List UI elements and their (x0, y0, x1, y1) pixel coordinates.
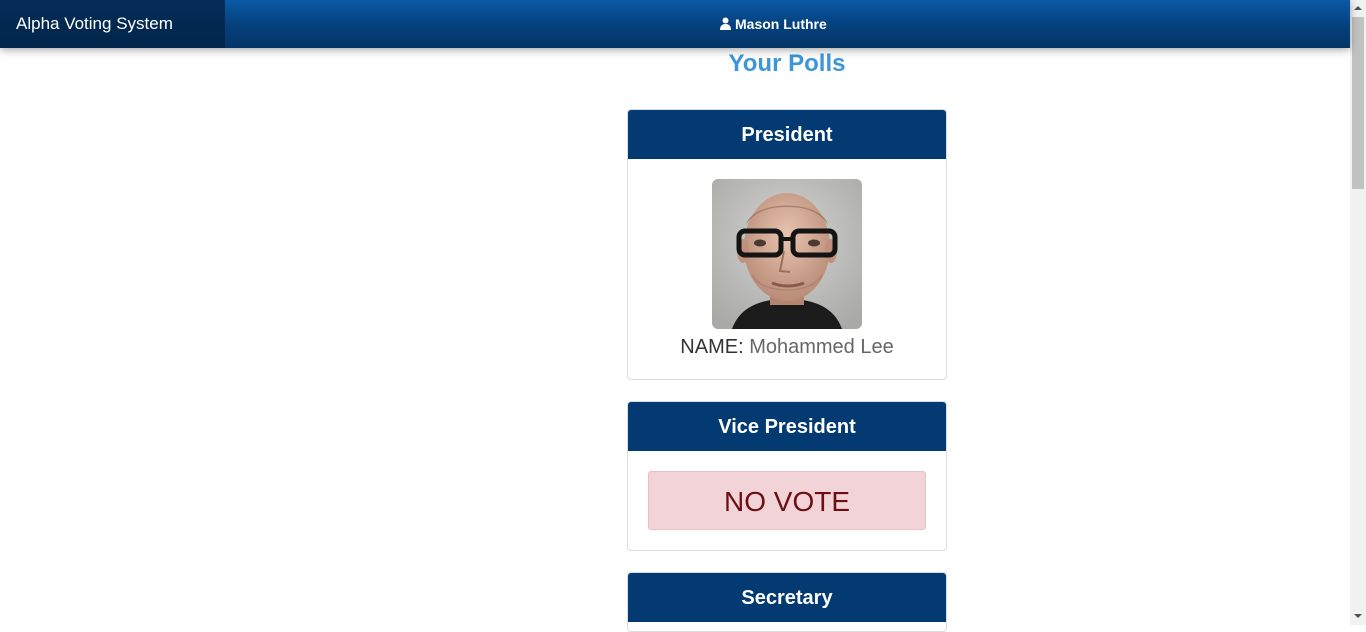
vertical-scrollbar[interactable] (1350, 0, 1366, 625)
poll-card-header: Vice President (628, 402, 946, 451)
candidate-name-value: Mohammed Lee (749, 336, 894, 358)
poll-card-secretary: Secretary (627, 572, 947, 632)
no-vote-alert: NO VOTE (648, 471, 926, 530)
scrollbar-thumb[interactable] (1352, 17, 1364, 189)
page-title: Your Polls (728, 50, 846, 77)
poll-card-header: President (628, 110, 946, 159)
top-navbar: Alpha Voting System Mason Luthre (0, 0, 1350, 48)
candidate-name: NAME: Mohammed Lee (628, 334, 946, 360)
candidate-name-label: NAME: (680, 336, 744, 358)
brand-link[interactable]: Alpha Voting System (0, 0, 225, 48)
user-name: Mason Luthre (735, 16, 827, 32)
user-icon (720, 17, 731, 30)
candidate-photo (712, 179, 862, 329)
poll-card-vice-president: Vice President NO VOTE (627, 401, 947, 551)
scroll-down-icon[interactable] (1354, 614, 1362, 618)
poll-card-president: President NAME: Mohammed Lee (627, 109, 947, 380)
scroll-up-icon[interactable] (1354, 6, 1362, 10)
user-menu[interactable]: Mason Luthre (720, 0, 827, 48)
poll-card-header: Secretary (628, 573, 946, 622)
